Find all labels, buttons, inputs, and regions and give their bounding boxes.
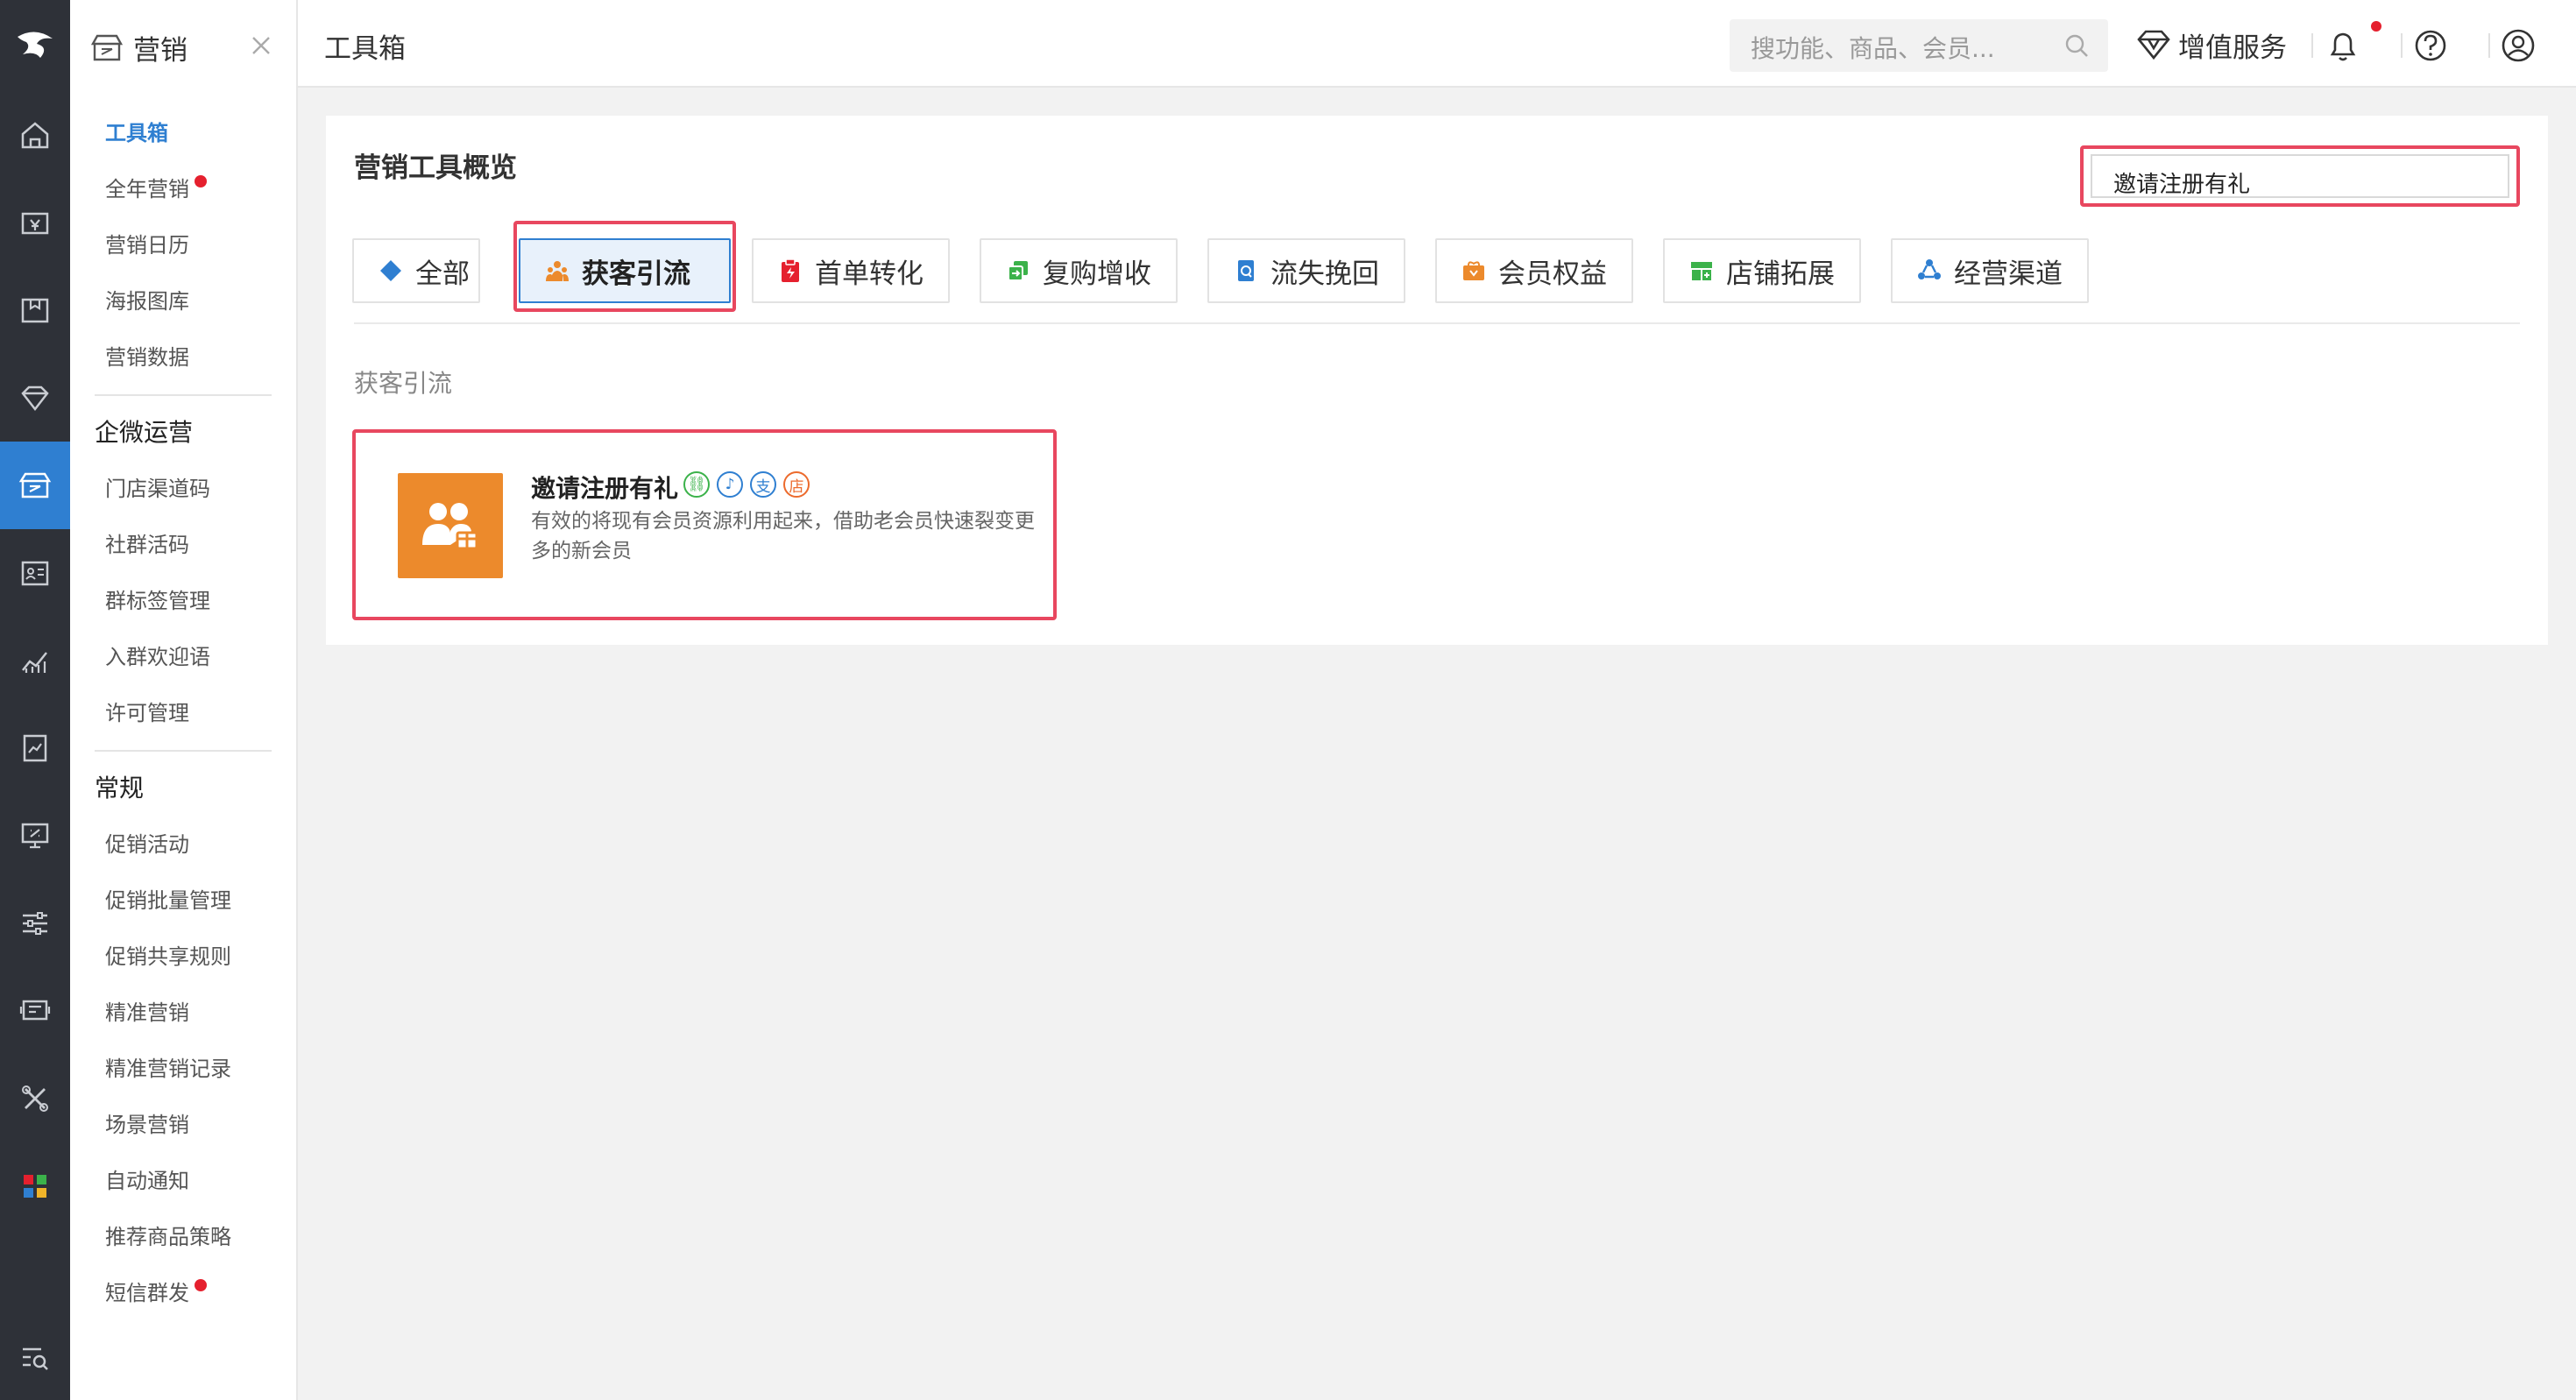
finance-monitor-icon[interactable] [0,792,70,880]
sidebar-item-auto-notification[interactable]: 自动通知 [105,1163,189,1198]
close-icon[interactable] [245,30,277,61]
tab-label: 会员权益 [1498,258,1607,290]
topbar-separator [2488,33,2490,58]
tab-business-channels[interactable]: 经营渠道 [1891,238,2089,303]
tool-description: 有效的将现有会员资源利用起来，借助老会员快速裂变更多的新会员 [531,510,1035,562]
tool-name: 邀请注册有礼 [531,474,679,503]
toolbox-overview-card: 营销工具概览 邀请注册有礼 全部 获客引流 首单转化 复购增收 流失挽回 会员权… [326,116,2548,645]
device-icon[interactable] [0,967,70,1055]
home-icon[interactable] [0,91,70,179]
tab-label: 全部 [415,258,470,290]
active-tab-highlight [513,221,736,312]
tab-member-benefits[interactable]: 会员权益 [1435,238,1633,303]
sidebar-item-poster-library[interactable]: 海报图库 [105,284,189,319]
store-badge-icon: 店 [783,471,810,498]
member-diamond-icon[interactable] [0,354,70,442]
diamond-icon [2137,30,2170,60]
sidebar-item-sms-broadcast[interactable]: 短信群发 [105,1276,207,1311]
diamond-grid-icon [380,260,401,281]
channel-badges: ⛓ ♪ 支 店 [683,471,817,498]
search-placeholder: 搜功能、商品、会员... [1751,34,1995,63]
menu-search-icon[interactable] [0,1314,70,1400]
bell-icon[interactable] [2324,26,2362,65]
tab-first-order-conversion[interactable]: 首单转化 [752,238,950,303]
sidebar-item-recommend-strategy[interactable]: 推荐商品策略 [105,1220,231,1255]
sidebar-item-precision-marketing-records[interactable]: 精准营销记录 [105,1051,231,1086]
settings-sliders-icon[interactable] [0,880,70,967]
notification-dot [2371,21,2381,32]
goods-icon[interactable] [0,266,70,354]
sidebar-item-precision-marketing[interactable]: 精准营销 [105,995,189,1030]
tab-label: 复购增收 [1043,258,1151,290]
repeat-icon [1008,261,1028,281]
page-title: 营销工具概览 [354,152,517,184]
tab-label: 经营渠道 [1954,258,2063,290]
topbar-separator [2401,33,2403,58]
tool-card-invite-register[interactable]: 邀请注册有礼 ⛓ ♪ 支 店 有效的将现有会员资源利用起来，借助老会员快速裂变更… [352,429,1057,620]
marketing-store-icon [91,34,123,61]
value-added-services-button[interactable]: 增值服务 [2136,23,2287,67]
section-label: 获客引流 [354,369,453,398]
sidebar-divider [95,394,272,396]
help-icon[interactable] [2411,26,2450,65]
sidebar-item-store-channel-code[interactable]: 门店渠道码 [105,471,210,506]
douyin-icon: ♪ [717,471,743,498]
sidebar-item-toolbox[interactable]: 工具箱 [105,116,168,151]
sidebar-item-marketing-calendar[interactable]: 营销日历 [105,228,189,263]
tab-label: 流失挽回 [1270,258,1379,290]
sidebar-item-welcome-message[interactable]: 入群欢迎语 [105,640,210,675]
tab-all[interactable]: 全部 [352,238,480,303]
clipboard-icon [782,258,799,282]
search-icon[interactable] [2063,32,2091,60]
recover-icon [1238,260,1254,281]
alipay-icon: 支 [750,471,776,498]
sidebar-item-promotion-batch[interactable]: 促销批量管理 [105,883,231,918]
notification-dot [195,1279,207,1291]
sidebar-item-group-tags[interactable]: 群标签管理 [105,583,210,619]
marketing-icon[interactable] [0,442,70,529]
tool-search-input[interactable]: 邀请注册有礼 [2080,145,2520,207]
gift-box-icon [1463,261,1484,280]
nav-rail [0,0,70,1400]
tools-icon[interactable] [0,1055,70,1142]
tab-label: 店铺拓展 [1726,258,1835,290]
sidebar-item-marketing-data[interactable]: 营销数据 [105,340,189,375]
user-avatar-icon[interactable] [2499,26,2537,65]
sidebar-item-promotions[interactable]: 促销活动 [105,827,189,862]
breadcrumb: 工具箱 [324,33,406,65]
app-logo-icon[interactable] [0,0,70,91]
top-bar: 工具箱 搜功能、商品、会员... 增值服务 [298,0,2576,88]
sidebar-header: 营销 [70,0,296,91]
global-search-input[interactable]: 搜功能、商品、会员... [1730,19,2108,72]
tool-search-field[interactable]: 邀请注册有礼 [2091,154,2509,198]
sidebar-title: 营销 [133,35,188,67]
sidebar-group-regular: 常规 [95,774,145,803]
statistics-icon[interactable] [0,617,70,704]
sidebar-item-community-code[interactable]: 社群活码 [105,527,189,562]
sidebar-item-scene-marketing[interactable]: 场景营销 [105,1107,189,1142]
tool-search-value: 邀请注册有礼 [2113,172,2251,198]
topbar-separator [2311,33,2313,58]
channel-icon [1918,259,1941,279]
divider [354,322,2520,324]
cashier-icon[interactable] [0,179,70,266]
sidebar-item-annual-marketing[interactable]: 全年营销 [105,172,207,207]
sidebar-item-promotion-sharing-rules[interactable]: 促销共享规则 [105,939,231,974]
value-added-services-label: 增值服务 [2178,32,2287,64]
report-icon[interactable] [0,704,70,792]
tab-store-expansion[interactable]: 店铺拓展 [1663,238,1861,303]
notification-dot [195,175,207,187]
marketing-sidebar: 营销 工具箱 全年营销 营销日历 海报图库 营销数据 企微运营 门店渠道码 社群… [70,0,298,1400]
sidebar-divider [95,750,272,752]
tab-repurchase[interactable]: 复购增收 [980,238,1178,303]
sidebar-group-wechat: 企微运营 [95,418,194,447]
sidebar-item-license-management[interactable]: 许可管理 [105,696,189,731]
tab-churn-recovery[interactable]: 流失挽回 [1207,238,1405,303]
store-icon [1691,262,1712,280]
link-icon: ⛓ [683,471,710,498]
invite-people-icon [398,473,503,578]
customer-card-icon[interactable] [0,529,70,617]
app-market-icon[interactable] [0,1142,70,1230]
tab-label: 首单转化 [815,258,924,290]
